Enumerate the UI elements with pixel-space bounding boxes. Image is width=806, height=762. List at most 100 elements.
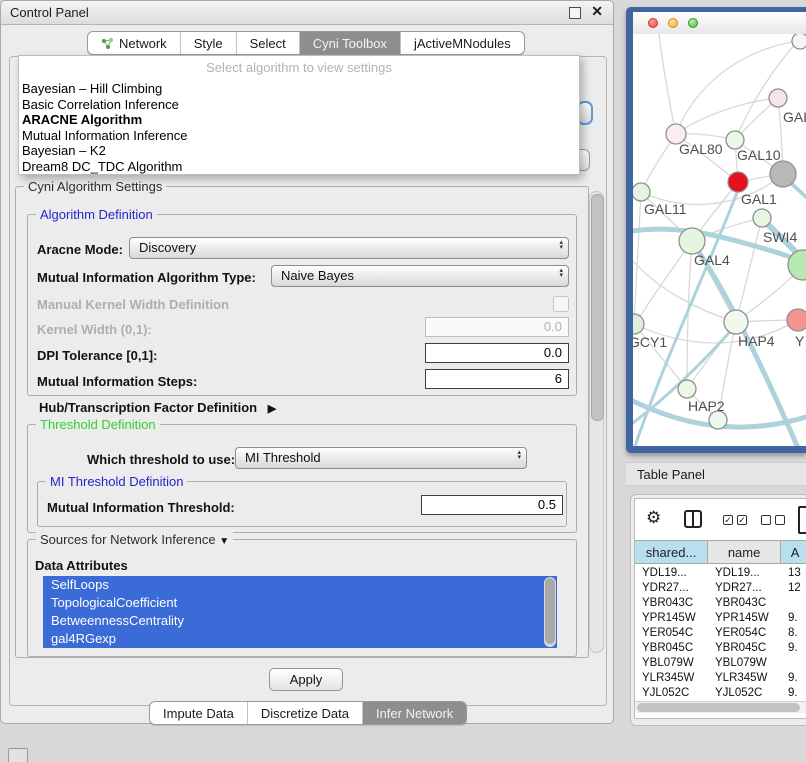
algorithm-option[interactable]: Bayesian – Hill Climbing (22, 81, 576, 97)
algorithm-option[interactable]: Dream8 DC_TDC Algorithm (22, 159, 576, 175)
table-cell[interactable]: YLR345W (708, 671, 781, 686)
data-attributes-list[interactable]: SelfLoopsTopologicalCoefficientBetweenne… (43, 576, 557, 648)
manual-kernel-checkbox[interactable] (553, 296, 569, 312)
column-header[interactable]: A (781, 541, 806, 563)
algorithm-option[interactable]: ARACNE Algorithm (22, 112, 576, 128)
network-node-gal4[interactable] (679, 228, 705, 254)
aracne-mode-select[interactable]: Discovery ▴▾ (129, 237, 569, 259)
attributes-scrollbar[interactable] (544, 577, 556, 647)
tab-cyni-toolbox[interactable]: Cyni Toolbox (299, 32, 400, 54)
sources-legend[interactable]: Sources for Network Inference ▼ (36, 532, 233, 547)
table-cell[interactable]: YLR345W (635, 671, 708, 686)
attribute-item[interactable]: SelfLoops (43, 576, 557, 594)
table-cell[interactable]: 9. (781, 641, 806, 656)
table-cell[interactable]: YPR145W (708, 611, 781, 626)
document-icon[interactable] (798, 506, 806, 534)
mi-type-select[interactable]: Naive Bayes ▴▾ (271, 265, 569, 287)
hub-definition-expander[interactable]: Hub/Transcription Factor Definition ▶ (39, 400, 276, 415)
mi-steps-field[interactable]: 6 (425, 369, 569, 389)
table-cell[interactable]: 13 (781, 566, 806, 581)
table-cell[interactable]: YJL052C (635, 686, 708, 701)
network-graph[interactable]: GALGAL80GAL10GAL1GAL11SWI4GAL4GCY1HAP4YH… (633, 34, 806, 446)
scrollbar-thumb[interactable] (637, 703, 800, 712)
algorithm-option[interactable]: Basic Correlation Inference (22, 97, 576, 113)
mac-close-button[interactable] (648, 18, 658, 28)
table-cell[interactable]: YBL079W (635, 656, 708, 671)
table-cell[interactable]: YBR045C (708, 641, 781, 656)
table-row[interactable]: YLR345WYLR345W9. (635, 671, 806, 686)
table-cell[interactable]: YBR043C (708, 596, 781, 611)
bottom-tab-discretize-data[interactable]: Discretize Data (247, 702, 362, 724)
table-cell[interactable]: YPR145W (635, 611, 708, 626)
table-cell[interactable] (781, 656, 806, 671)
network-node-swi4[interactable] (753, 209, 771, 227)
network-window-titlebar[interactable] (633, 12, 806, 35)
mi-threshold-field[interactable]: 0.5 (421, 495, 563, 515)
checkbox-unchecked-icon[interactable] (775, 515, 785, 525)
network-node-gcy1[interactable] (633, 314, 644, 334)
bottom-tab-infer-network[interactable]: Infer Network (362, 702, 466, 724)
algorithm-option[interactable]: Mutual Information Inference (22, 128, 576, 144)
checkbox-checked-icon[interactable]: ✓ (723, 515, 733, 525)
split-columns-icon[interactable] (684, 510, 702, 528)
mac-minimize-button[interactable] (668, 18, 678, 28)
gear-icon[interactable]: ⚙ (646, 508, 661, 528)
collapsed-panel-icon[interactable] (8, 748, 28, 762)
settings-scrollbar[interactable] (589, 191, 604, 653)
table-row[interactable]: YPR145WYPR145W9. (635, 611, 806, 626)
which-threshold-select[interactable]: MI Threshold ▴▾ (235, 447, 527, 469)
scrollbar-thumb[interactable] (545, 578, 555, 644)
table-cell[interactable]: 9. (781, 686, 806, 701)
table-cell[interactable]: YBL079W (708, 656, 781, 671)
network-node-gal1[interactable] (728, 172, 748, 192)
mac-zoom-button[interactable] (688, 18, 698, 28)
network-canvas[interactable]: GALGAL80GAL10GAL1GAL11SWI4GAL4GCY1HAP4YH… (633, 34, 806, 446)
attribute-item[interactable]: TopologicalCoefficient (43, 594, 557, 612)
table-row[interactable]: YBR043CYBR043C (635, 596, 806, 611)
table-cell[interactable]: 9. (781, 671, 806, 686)
network-node-y[interactable] (787, 309, 806, 331)
table-row[interactable]: YBL079WYBL079W (635, 656, 806, 671)
tab-style[interactable]: Style (180, 32, 236, 54)
algorithm-option[interactable]: Bayesian – K2 (22, 143, 576, 159)
network-node-hap4[interactable] (724, 310, 748, 334)
table-cell[interactable]: YJL052C (708, 686, 781, 701)
network-node-hap2[interactable] (678, 380, 696, 398)
column-header[interactable]: name (708, 541, 781, 563)
float-icon[interactable] (569, 7, 581, 19)
table-row[interactable]: YDR27...YDR27...12 (635, 581, 806, 596)
table-cell[interactable]: YDR27... (708, 581, 781, 596)
scrollbar-thumb[interactable] (591, 194, 604, 421)
table-cell[interactable]: 12 (781, 581, 806, 596)
table-cell[interactable]: YDR27... (635, 581, 708, 596)
table-cell[interactable]: 9. (781, 611, 806, 626)
column-header[interactable]: shared... (635, 541, 708, 563)
attribute-item[interactable]: BetweennessCentrality (43, 612, 557, 630)
table-cell[interactable]: YBR043C (635, 596, 708, 611)
dpi-tolerance-field[interactable]: 0.0 (425, 343, 569, 363)
table-cell[interactable]: YER054C (635, 626, 708, 641)
network-node-gal[interactable] (769, 89, 787, 107)
apply-button[interactable]: Apply (269, 668, 343, 691)
table-cell[interactable]: 8. (781, 626, 806, 641)
tab-jactivemnodules[interactable]: jActiveMNodules (400, 32, 524, 54)
table-row[interactable]: YJL052CYJL052C9. (635, 686, 806, 701)
checkbox-unchecked-icon[interactable] (761, 515, 771, 525)
table-cell[interactable]: YBR045C (635, 641, 708, 656)
network-node[interactable] (770, 161, 796, 187)
table-cell[interactable] (781, 596, 806, 611)
table-row[interactable]: YDL19...YDL19...13 (635, 566, 806, 581)
table-cell[interactable]: YDL19... (635, 566, 708, 581)
table-horizontal-scrollbar[interactable] (635, 701, 806, 713)
close-icon[interactable]: ✕ (591, 3, 603, 20)
table-cell[interactable]: YER054C (708, 626, 781, 641)
attribute-item[interactable]: gal4RGexp (43, 630, 557, 648)
table-row[interactable]: YER054CYER054C8. (635, 626, 806, 641)
network-node[interactable] (792, 34, 806, 49)
table-cell[interactable]: YDL19... (708, 566, 781, 581)
bottom-tab-impute-data[interactable]: Impute Data (150, 702, 247, 724)
tab-network[interactable]: Network (88, 32, 180, 54)
tab-select[interactable]: Select (236, 32, 299, 54)
table-row[interactable]: YBR045CYBR045C9. (635, 641, 806, 656)
checkbox-checked-icon[interactable]: ✓ (737, 515, 747, 525)
